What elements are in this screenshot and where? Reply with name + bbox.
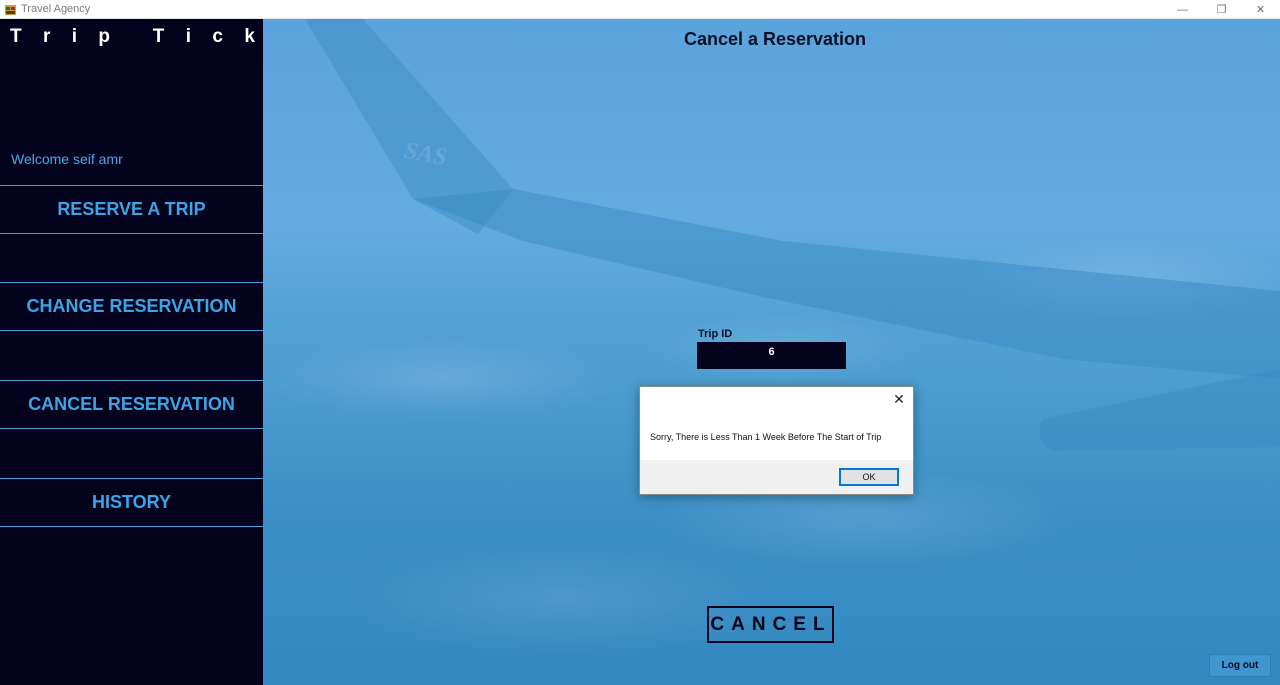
cancel-button[interactable]: CANCEL (707, 606, 834, 643)
trip-id-input[interactable] (697, 342, 846, 369)
close-window-button[interactable]: ✕ (1241, 0, 1280, 19)
sidebar-item-change-reservation[interactable]: CHANGE RESERVATION (0, 282, 263, 331)
app-logo: T r i p T i c k (10, 26, 255, 48)
dialog-message: Sorry, There is Less Than 1 Week Before … (650, 432, 882, 442)
sidebar-item-label: CHANGE RESERVATION (26, 296, 237, 316)
window-controls: — ❐ ✕ (1163, 0, 1280, 19)
window-title: Travel Agency (21, 3, 91, 15)
window-titlebar: Travel Agency — ❐ ✕ (0, 0, 1280, 19)
logo-letter: i (185, 26, 192, 47)
sidebar: T r i p T i c k Welcome seif amr RESERVE… (0, 19, 263, 685)
sidebar-item-label: RESERVE A TRIP (57, 199, 206, 219)
main-panel: SAS Cancel a Reservation Trip ID CANCEL … (263, 19, 1280, 685)
sidebar-item-label: HISTORY (91, 492, 171, 512)
close-icon[interactable]: ✕ (892, 391, 906, 407)
sidebar-item-history[interactable]: HISTORY (0, 478, 263, 527)
app-icon (3, 2, 17, 16)
logo-letter: T (152, 26, 165, 47)
welcome-message: Welcome seif amr (11, 151, 123, 167)
logo-letter: k (244, 26, 255, 47)
sidebar-item-reserve-trip[interactable]: RESERVE A TRIP (0, 185, 263, 234)
logo-letter: r (42, 26, 51, 47)
logo-letter: p (98, 26, 111, 47)
trip-id-label: Trip ID (698, 328, 733, 340)
sidebar-item-label: CANCEL RESERVATION (28, 394, 235, 414)
sidebar-item-cancel-reservation[interactable]: CANCEL RESERVATION (0, 380, 263, 429)
dialog-footer: OK (640, 460, 913, 494)
logo-letter: c (212, 26, 223, 47)
ok-button[interactable]: OK (839, 468, 899, 486)
message-dialog: ✕ Sorry, There is Less Than 1 Week Befor… (639, 386, 914, 495)
logo-letter: i (71, 26, 78, 47)
page-title: Cancel a Reservation (683, 29, 867, 49)
restore-button[interactable]: ❐ (1202, 0, 1241, 19)
minimize-button[interactable]: — (1163, 0, 1202, 19)
logo-letter: T (10, 26, 22, 47)
logout-button[interactable]: Log out (1209, 654, 1271, 677)
